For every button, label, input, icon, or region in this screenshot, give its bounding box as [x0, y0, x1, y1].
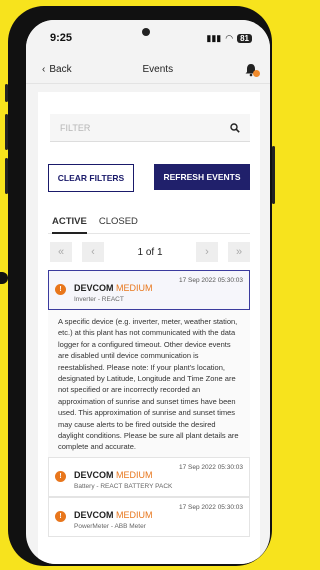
alert-icon: !	[55, 470, 66, 482]
tab-closed[interactable]: CLOSED	[99, 216, 138, 234]
severity-label: MEDIUM	[116, 469, 153, 480]
event-date: 17 Sep 2022 05:30:03	[179, 463, 243, 471]
severity-label: MEDIUM	[116, 283, 153, 293]
last-page-button[interactable]: »	[228, 242, 250, 262]
battery-icon: 81	[237, 33, 252, 43]
power-button	[272, 146, 275, 204]
next-page-button[interactable]: ›	[196, 242, 218, 262]
event-device: DEVCOM MEDIUM	[74, 470, 153, 480]
event-source: Battery - REACT BATTERY PACK	[74, 482, 173, 490]
search-icon[interactable]	[230, 122, 240, 133]
device-name: DEVCOM	[74, 469, 114, 480]
alert-icon: !	[55, 284, 66, 295]
phone-frame: 9:25 ▮▮▮ ◠ 81 ‹ Back Events FILTER CLEAR…	[5, 6, 275, 566]
event-source: Inverter - REACT	[74, 296, 124, 303]
side-button	[5, 84, 8, 102]
event-tabs: ACTIVE CLOSED	[52, 216, 260, 234]
event-date: 17 Sep 2022 05:30:03	[179, 503, 243, 511]
tab-active[interactable]: ACTIVE	[52, 216, 87, 234]
refresh-events-button[interactable]: REFRESH EVENTS	[154, 164, 250, 190]
signal-icon: ▮▮▮	[206, 32, 222, 43]
status-icons: ▮▮▮ ◠ 81	[206, 33, 252, 44]
clear-filters-button[interactable]: CLEAR FILTERS	[48, 164, 134, 192]
page-indicator: 1 of 1	[137, 246, 163, 258]
page-title: Events	[142, 64, 174, 75]
background-dot	[0, 272, 8, 284]
event-device: DEVCOM MEDIUM	[74, 283, 153, 293]
severity-label: MEDIUM	[116, 509, 153, 520]
back-label: Back	[49, 64, 72, 75]
phone-screen: 9:25 ▮▮▮ ◠ 81 ‹ Back Events FILTER CLEAR…	[26, 20, 270, 564]
events-panel: FILTER CLEAR FILTERS REFRESH EVENTS ACTI…	[38, 92, 260, 564]
filter-input[interactable]: FILTER	[50, 114, 250, 142]
volume-down-button	[5, 158, 8, 194]
event-card[interactable]: ! DEVCOM MEDIUM 17 Sep 2022 05:30:03 Bat…	[48, 456, 250, 497]
pagination: « ‹ 1 of 1 › »	[50, 242, 250, 262]
status-bar: 9:25 ▮▮▮ ◠ 81	[26, 20, 270, 56]
filter-actions: CLEAR FILTERS REFRESH EVENTS	[48, 164, 250, 192]
back-button[interactable]: ‹ Back	[42, 64, 72, 75]
event-card[interactable]: ! DEVCOM MEDIUM 17 Sep 2022 05:30:03 Inv…	[48, 270, 250, 310]
nav-bar: ‹ Back Events	[26, 56, 270, 84]
event-description: A specific device (e.g. inverter, meter,…	[48, 310, 250, 457]
volume-up-button	[5, 114, 8, 150]
notifications-button[interactable]	[244, 63, 260, 77]
wifi-icon: ◠	[225, 32, 234, 43]
event-date: 17 Sep 2022 05:30:03	[179, 277, 243, 284]
event-device: DEVCOM MEDIUM	[74, 510, 153, 520]
event-card[interactable]: ! DEVCOM MEDIUM 17 Sep 2022 05:30:03 Pow…	[48, 496, 250, 537]
event-source: PowerMeter - ABB Meter	[74, 522, 146, 530]
prev-page-button[interactable]: ‹	[82, 242, 104, 262]
notification-dot	[253, 69, 260, 77]
status-time: 9:25	[50, 32, 73, 44]
device-name: DEVCOM	[74, 283, 114, 293]
chevron-left-icon: ‹	[42, 64, 46, 75]
device-name: DEVCOM	[74, 509, 114, 520]
front-camera	[142, 28, 150, 36]
alert-icon: !	[55, 510, 66, 522]
filter-placeholder: FILTER	[60, 122, 91, 133]
first-page-button[interactable]: «	[50, 242, 72, 262]
